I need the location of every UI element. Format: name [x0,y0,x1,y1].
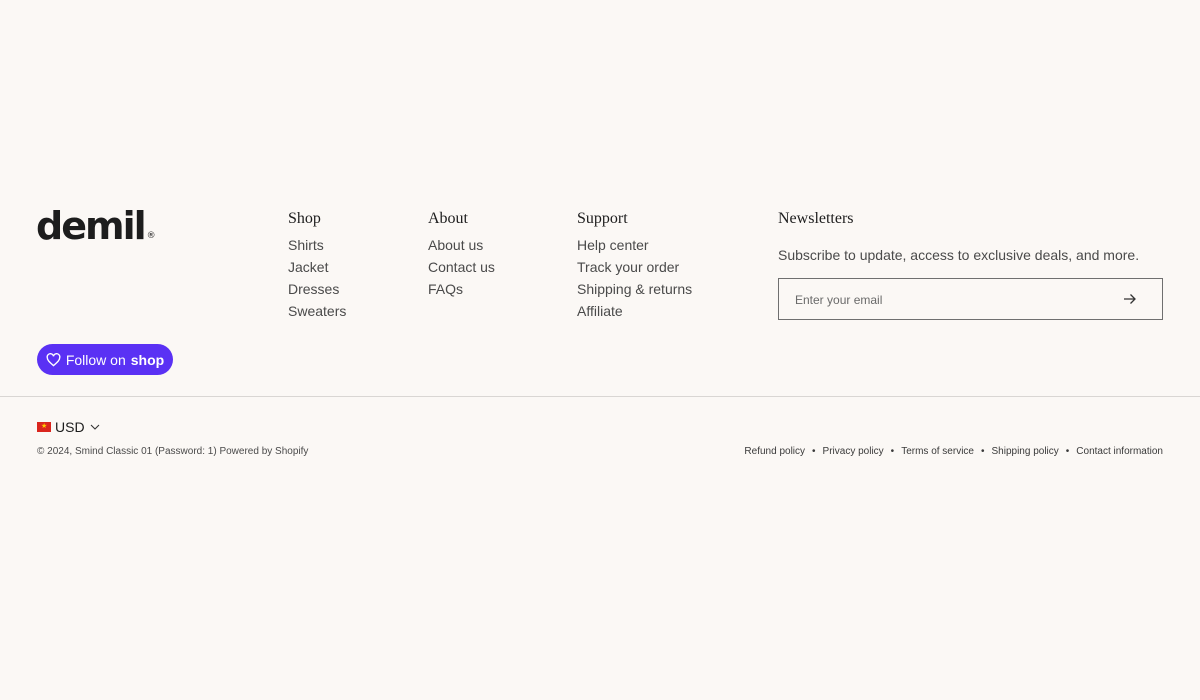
separator-dot: • [1065,446,1070,457]
footer-link-jacket[interactable]: Jacket [288,256,346,278]
footer-link-shirts[interactable]: Shirts [288,234,346,256]
follow-on-shop-button[interactable]: Follow on shop [37,344,173,375]
footer-link-shipping-returns[interactable]: Shipping & returns [577,278,692,300]
footer-link-affiliate[interactable]: Affiliate [577,300,692,322]
separator-dot: • [890,446,895,457]
copyright-text: © 2024, Smind Classic 01 (Password: 1) P… [37,446,309,457]
footer-divider [0,396,1200,397]
footer-column-support: Support Help center Track your order Shi… [577,208,692,322]
refund-policy-link[interactable]: Refund policy [744,445,805,459]
footer-link-track-order[interactable]: Track your order [577,256,692,278]
newsletter-description: Subscribe to update, access to exclusive… [778,247,1140,263]
contact-information-link[interactable]: Contact information [1076,445,1163,459]
policy-links: Refund policy • Privacy policy • Terms o… [744,445,1163,459]
logo-registered-mark: ® [146,231,156,241]
footer-link-dresses[interactable]: Dresses [288,278,346,300]
column-heading-shop: Shop [288,210,321,227]
email-input[interactable] [793,279,1117,321]
separator-dot: • [980,446,985,457]
footer-link-help-center[interactable]: Help center [577,234,692,256]
column-heading-about: About [428,210,468,227]
shop-brand-label: shop [130,351,165,368]
footer-column-about: About About us Contact us FAQs [428,208,495,300]
footer-link-about-us[interactable]: About us [428,234,495,256]
privacy-policy-link[interactable]: Privacy policy [823,445,884,459]
newsletter-heading: Newsletters [778,210,854,227]
footer-link-contact-us[interactable]: Contact us [428,256,495,278]
shipping-policy-link[interactable]: Shipping policy [992,445,1059,459]
logo-text: demil [36,204,147,248]
newsletter-section: Newsletters Subscribe to update, access … [778,208,1163,321]
footer-link-faqs[interactable]: FAQs [428,278,495,300]
subscribe-button[interactable] [1120,289,1140,309]
column-heading-support: Support [577,210,628,227]
chevron-down-icon [90,424,99,430]
arrow-right-icon [1124,294,1136,304]
heart-icon [46,352,61,367]
footer: demil ® Shop Shirts Jacket Dresses Sweate… [0,0,1200,396]
store-logo[interactable]: demil ® [36,200,156,252]
newsletter-form [778,278,1163,321]
currency-selector[interactable]: USD [37,419,100,435]
footer-link-sweaters[interactable]: Sweaters [288,300,346,322]
follow-label: Follow on [65,351,126,368]
footer-column-shop: Shop Shirts Jacket Dresses Sweaters [288,208,346,322]
terms-of-service-link[interactable]: Terms of service [901,445,974,459]
vietnam-flag-icon [37,422,51,432]
currency-code: USD [55,419,85,435]
separator-dot: • [812,446,816,457]
